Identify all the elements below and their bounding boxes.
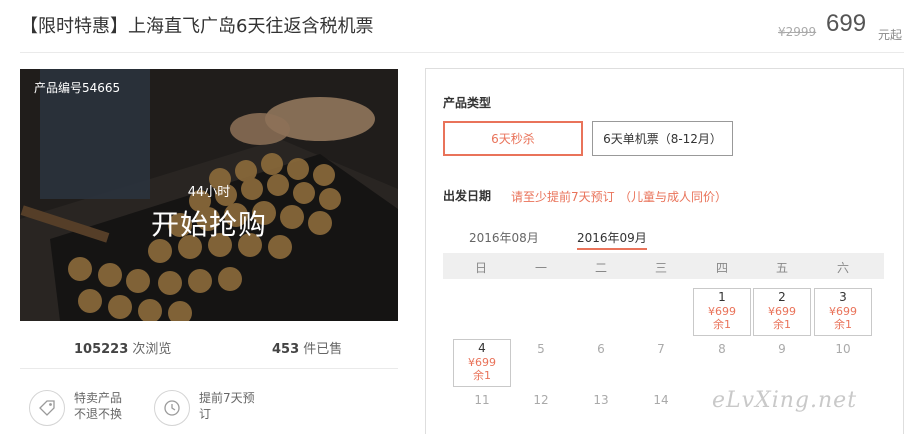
day-number: 7 — [657, 342, 665, 356]
calendar-day: 10 — [814, 341, 872, 389]
day-number: 9 — [778, 342, 786, 356]
day-price: ¥699 — [708, 305, 736, 318]
page-title: 【限时特惠】上海直飞广岛6天往返含税机票 — [20, 16, 374, 37]
sold-stat: 453 件已售 — [272, 338, 342, 357]
sold-label: 件已售 — [303, 342, 343, 357]
calendar-day[interactable]: 4 ¥699 余1 — [453, 339, 511, 387]
feature-line: 订 — [199, 407, 212, 421]
calendar-day[interactable]: 2 ¥699 余1 — [753, 288, 811, 336]
day-price: ¥699 — [468, 356, 496, 369]
calendar-day: 11 — [453, 392, 511, 434]
calendar-day: 7 — [632, 341, 690, 389]
tag-icon — [29, 390, 65, 426]
start-sale-text: 开始抢购 — [150, 208, 267, 241]
calendar-day: 13 — [572, 392, 630, 434]
month-tab-aug[interactable]: 2016年08月 — [469, 229, 539, 246]
type-option-ticket-only[interactable]: 6天单机票（8-12月） — [592, 121, 733, 156]
weekday-label: 四 — [715, 261, 728, 275]
product-number: 产品编号54665 — [34, 81, 121, 95]
departure-date-label: 出发日期 — [443, 189, 492, 203]
day-price: ¥699 — [768, 305, 796, 318]
child-price-notice: （儿童与成人同价） — [619, 190, 728, 204]
day-remaining: 余1 — [713, 318, 731, 331]
day-number: 3 — [839, 290, 847, 304]
header-divider — [20, 52, 904, 53]
day-remaining: 余1 — [834, 318, 852, 331]
month-tab-sep[interactable]: 2016年09月 — [577, 229, 647, 250]
feature-book-ahead: 提前7天预 订 — [154, 390, 255, 426]
stats-divider — [20, 368, 398, 369]
views-label: 次浏览 — [132, 342, 172, 357]
views-stat: 105223 次浏览 — [74, 338, 171, 357]
current-price: 699 — [826, 10, 867, 37]
day-number: 11 — [474, 393, 490, 407]
day-number: 12 — [533, 393, 549, 407]
calendar-day: 6 — [572, 341, 630, 389]
day-number: 1 — [718, 290, 726, 304]
calendar-day[interactable]: 1 ¥699 余1 — [693, 288, 751, 336]
calendar-day: 14 — [632, 392, 690, 434]
calendar-day: 5 — [512, 341, 570, 389]
day-number: 6 — [597, 342, 605, 356]
advance-notice: 请至少提前7天预订 — [511, 190, 615, 204]
weekday-label: 日 — [474, 261, 487, 275]
day-remaining: 余1 — [473, 369, 491, 382]
countdown-text: 44小时 — [187, 185, 231, 200]
day-price: ¥699 — [829, 305, 857, 318]
weekday-label: 六 — [836, 261, 849, 275]
price-unit: 元起 — [878, 28, 903, 42]
day-number: 5 — [537, 342, 545, 356]
day-number: 4 — [478, 341, 486, 355]
calendar-day: 12 — [512, 392, 570, 434]
sold-count: 453 — [272, 342, 300, 357]
calendar-day: 9 — [753, 341, 811, 389]
day-remaining: 余1 — [773, 318, 791, 331]
day-number: 14 — [653, 393, 669, 407]
calendar-day: 8 — [693, 341, 751, 389]
original-price: ¥2999 — [778, 25, 817, 39]
day-number: 13 — [593, 393, 609, 407]
weekday-label: 五 — [775, 261, 788, 275]
weekday-label: 三 — [654, 261, 667, 275]
product-type-label: 产品类型 — [443, 96, 492, 110]
feature-no-refund: 特卖产品 不退不换 — [29, 390, 122, 426]
views-count: 105223 — [74, 342, 129, 357]
type-option-flash-sale[interactable]: 6天秒杀 — [443, 121, 583, 156]
feature-line: 特卖产品 — [74, 391, 123, 405]
clock-icon — [154, 390, 190, 426]
weekday-label: 二 — [594, 261, 607, 275]
day-number: 2 — [778, 290, 786, 304]
day-number: 10 — [835, 342, 851, 356]
calendar-day[interactable]: 3 ¥699 余1 — [814, 288, 872, 336]
feature-line: 提前7天预 — [199, 391, 255, 405]
feature-line: 不退不换 — [74, 407, 123, 421]
watermark: eLvXing.net — [712, 388, 858, 413]
weekday-label: 一 — [534, 261, 547, 275]
product-photo[interactable]: 产品编号54665 44小时 开始抢购 — [20, 69, 398, 321]
day-number: 8 — [718, 342, 726, 356]
